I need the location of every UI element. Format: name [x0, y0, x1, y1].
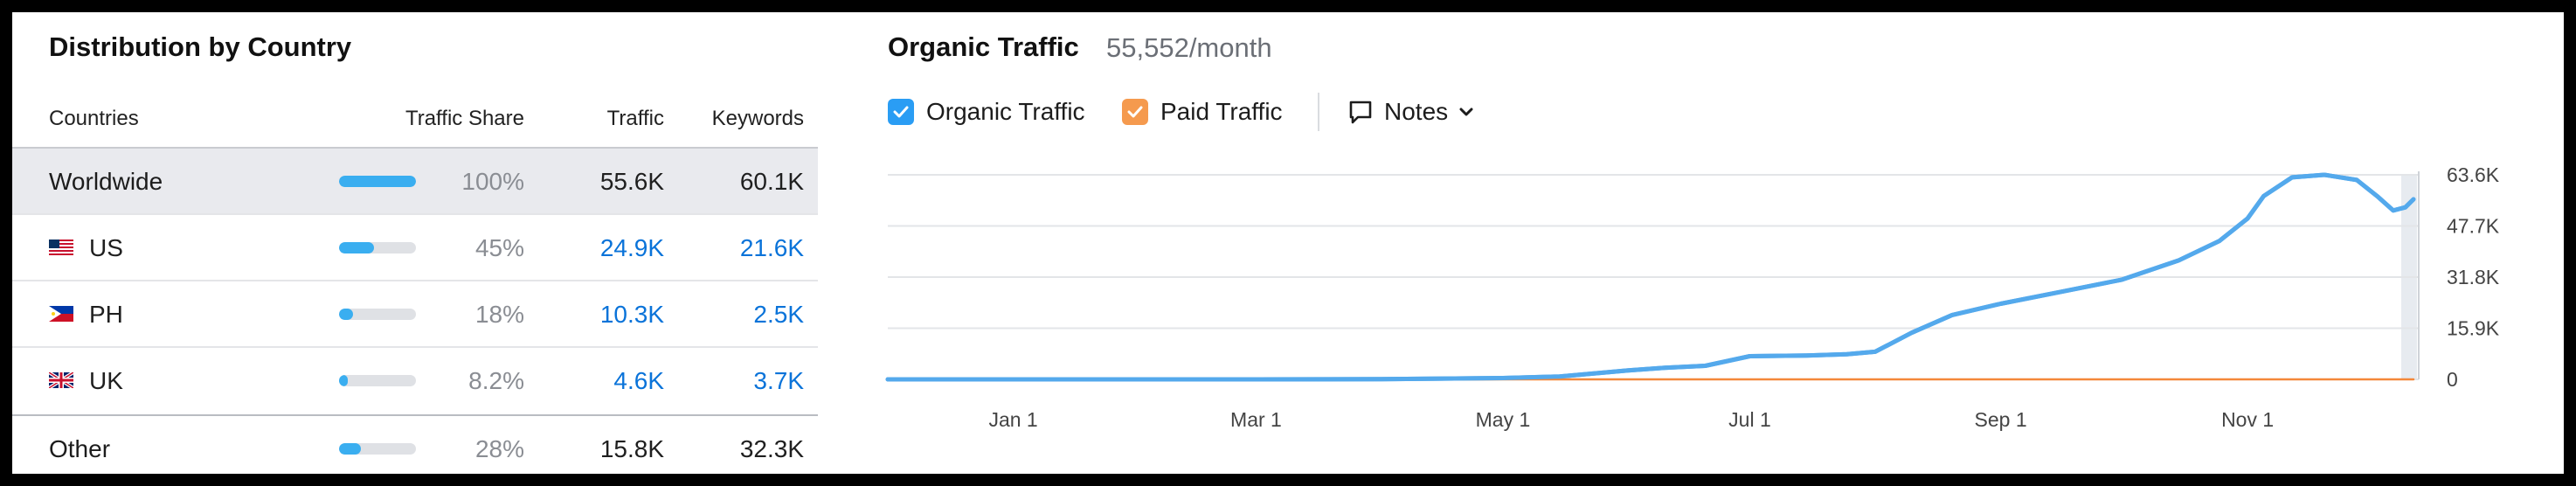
- organic-traffic-chart[interactable]: 63.6K 47.7K 31.8K 15.9K 0 Jan 1 Mar 1 May 1 Jul …: [12, 12, 2564, 474]
- x-tick-label: Jul 1: [1728, 408, 1771, 431]
- x-tick-label: Nov 1: [2221, 408, 2274, 431]
- traffic-overview-panel: Distribution by Country Countries Traffi…: [12, 12, 2564, 474]
- y-tick-label: 31.8K: [2447, 266, 2500, 288]
- x-tick-label: Mar 1: [1230, 408, 1282, 431]
- x-tick-label: May 1: [1476, 408, 1531, 431]
- y-tick-label: 47.7K: [2447, 215, 2500, 238]
- y-tick-label: 0: [2447, 368, 2458, 391]
- y-tick-label: 15.9K: [2447, 317, 2500, 340]
- x-tick-label: Jan 1: [988, 408, 1037, 431]
- y-tick-label: 63.6K: [2447, 163, 2500, 186]
- x-tick-label: Sep 1: [1975, 408, 2027, 431]
